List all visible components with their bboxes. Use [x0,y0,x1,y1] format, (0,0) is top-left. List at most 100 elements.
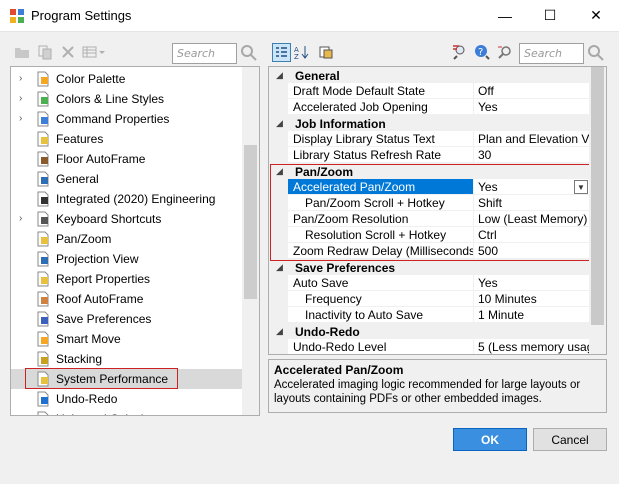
tree-item-label: Floor AutoFrame [56,152,146,166]
help-icon[interactable]: ? [474,44,490,60]
categorized-view-icon[interactable] [272,43,291,62]
chevron-right-icon[interactable] [19,253,29,265]
property-name[interactable]: Accelerated Job Opening [288,99,474,115]
chevron-right-icon[interactable] [19,393,29,405]
property-row[interactable]: Library Status Refresh Rate 30 [269,147,590,163]
property-value[interactable]: Off [474,83,590,99]
chevron-right-icon[interactable]: › [19,413,29,415]
tree-search-input[interactable]: Search [172,43,237,64]
property-row[interactable]: Inactivity to Auto Save 1 Minute [269,307,590,323]
tree-item[interactable]: Undo-Redo [11,389,242,409]
property-value[interactable]: 30 [474,147,590,163]
search-icon[interactable] [240,44,258,62]
svg-text:?: ? [478,47,483,58]
grid-scroll-thumb[interactable] [591,67,604,325]
tree-item[interactable]: Smart Move [11,329,242,349]
tree-item[interactable]: Projection View [11,249,242,269]
tree-item[interactable]: Pan/Zoom [11,229,242,249]
property-name[interactable]: Inactivity to Auto Save [288,307,474,323]
chevron-right-icon[interactable] [19,273,29,285]
tree-item[interactable]: Stacking [11,349,242,369]
property-value[interactable]: Plan and Elevation View [474,131,590,147]
property-name[interactable]: Auto Save [288,275,474,291]
property-name[interactable]: Library Status Refresh Rate [288,147,474,163]
tree-scroll-thumb[interactable] [244,145,257,299]
chevron-right-icon[interactable] [19,293,29,305]
tree-scrollbar[interactable] [242,67,259,415]
property-row[interactable]: Auto Save Yes [269,275,590,291]
property-grid[interactable]: ◢ General Draft Mode Default State Off A… [268,66,607,355]
tree-item[interactable]: › Units and Calculator [11,409,242,415]
chevron-right-icon[interactable]: › [19,93,29,105]
property-row[interactable]: Draft Mode Default State Off [269,83,590,99]
category-label: Job Information [295,117,386,131]
tree-item[interactable]: Features [11,129,242,149]
chevron-right-icon[interactable] [19,313,29,325]
chevron-right-icon[interactable] [19,133,29,145]
command-properties-icon [37,111,49,127]
view-menu-icon[interactable] [82,44,106,60]
grid-scrollbar[interactable] [589,67,606,354]
category-general[interactable]: ◢ General [269,67,590,83]
tree-item-label: Features [56,132,104,146]
filter-icon[interactable] [451,44,467,60]
floor-autoframe-icon [37,151,49,167]
property-pages-icon[interactable] [318,44,334,60]
tree-item[interactable]: Floor AutoFrame [11,149,242,169]
property-name[interactable]: Display Library Status Text [288,131,474,147]
tree-item[interactable]: › Color Palette [11,69,242,89]
property-name[interactable]: Frequency [288,291,474,307]
tree-item[interactable]: › Colors & Line Styles [11,89,242,109]
tree-item[interactable]: Report Properties [11,269,242,289]
maximize-button[interactable]: ☐ [527,0,573,31]
collapse-icon[interactable]: ◢ [276,70,283,81]
close-button[interactable]: ✕ [573,0,619,31]
property-row[interactable]: Frequency 10 Minutes [269,291,590,307]
category-save-preferences[interactable]: ◢ Save Preferences [269,259,590,275]
collapse-icon[interactable]: ◢ [276,326,283,337]
property-row[interactable]: Accelerated Job Opening Yes [269,99,590,115]
title-bar: Program Settings — ☐ ✕ [0,0,619,32]
category-undo-redo[interactable]: ◢ Undo-Redo [269,323,590,339]
property-value[interactable]: Yes [474,275,590,291]
tree-item[interactable]: Roof AutoFrame [11,289,242,309]
property-value[interactable]: 5 (Less memory usage) [474,339,590,354]
chevron-right-icon[interactable] [19,193,29,205]
tree-item[interactable]: Save Preferences [11,309,242,329]
tree-item-label: Units and Calculator [56,412,164,415]
minimize-button[interactable]: — [482,0,528,31]
chevron-right-icon[interactable]: › [19,73,29,85]
chevron-right-icon[interactable] [19,233,29,245]
chevron-right-icon[interactable] [19,353,29,365]
grid-search-input[interactable]: Search [519,43,584,64]
chevron-right-icon[interactable] [19,153,29,165]
chevron-right-icon[interactable]: › [19,213,29,225]
chevron-right-icon[interactable] [19,173,29,185]
delete-icon[interactable] [60,44,76,60]
search-icon[interactable] [587,44,605,62]
find-icon[interactable] [497,44,513,60]
tree-item-label: Command Properties [56,112,170,126]
settings-tree[interactable]: › Color Palette › Colors & Line Styles › Comm… [10,66,260,416]
sort-alphabetical-icon[interactable]: AZ [294,44,310,60]
copy-icon[interactable] [37,44,53,60]
tree-item[interactable]: › Keyboard Shortcuts [11,209,242,229]
tree-item[interactable]: › Command Properties [11,109,242,129]
category-job-information[interactable]: ◢ Job Information [269,115,590,131]
property-name[interactable]: Draft Mode Default State [288,83,474,99]
collapse-icon[interactable]: ◢ [276,262,283,273]
property-value[interactable]: Yes [474,99,590,115]
property-row[interactable]: Display Library Status Text Plan and Ele… [269,131,590,147]
property-row[interactable]: Undo-Redo Level 5 (Less memory usage) [269,339,590,354]
property-value[interactable]: 1 Minute [474,307,590,323]
ok-button[interactable]: OK [453,428,527,451]
new-folder-icon[interactable] [14,44,30,60]
cancel-button[interactable]: Cancel [533,428,607,451]
chevron-right-icon[interactable]: › [19,113,29,125]
chevron-right-icon[interactable] [19,333,29,345]
tree-item[interactable]: General [11,169,242,189]
property-name[interactable]: Undo-Redo Level [288,339,474,354]
property-value[interactable]: 10 Minutes [474,291,590,307]
collapse-icon[interactable]: ◢ [276,118,283,129]
tree-item[interactable]: Integrated (2020) Engineering [11,189,242,209]
